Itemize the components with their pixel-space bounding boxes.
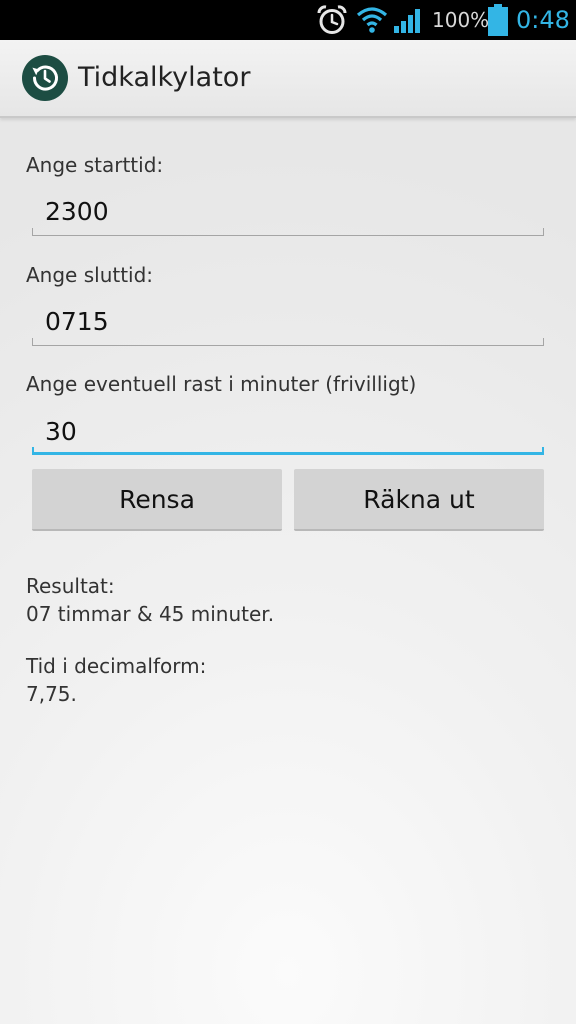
- battery-icon: [488, 0, 508, 40]
- result-label: Resultat:: [26, 574, 115, 598]
- break-minutes-label: Ange eventuell rast i minuter (frivillig…: [26, 372, 417, 396]
- battery-percent: 100%: [432, 8, 490, 32]
- wifi-icon: [356, 0, 388, 40]
- status-bar: 100% 0:48: [0, 0, 576, 40]
- result-value: 07 timmar & 45 minuter.: [26, 602, 275, 626]
- break-minutes-underline: [32, 447, 544, 455]
- alarm-icon: [316, 0, 348, 40]
- decimal-result-value: 7,75.: [26, 682, 77, 706]
- action-bar: Tidkalkylator: [0, 40, 576, 118]
- end-time-label: Ange sluttid:: [26, 263, 154, 287]
- clear-button[interactable]: Rensa: [32, 469, 282, 531]
- calculate-button[interactable]: Räkna ut: [294, 469, 544, 531]
- app-title: Tidkalkylator: [78, 62, 251, 93]
- start-time-underline: [32, 228, 544, 236]
- signal-icon: [393, 0, 425, 40]
- end-time-underline: [32, 338, 544, 346]
- start-time-label: Ange starttid:: [26, 153, 164, 177]
- clock-history-icon[interactable]: [22, 55, 68, 101]
- clock-text: 0:48: [516, 6, 570, 34]
- decimal-result-label: Tid i decimalform:: [26, 654, 207, 678]
